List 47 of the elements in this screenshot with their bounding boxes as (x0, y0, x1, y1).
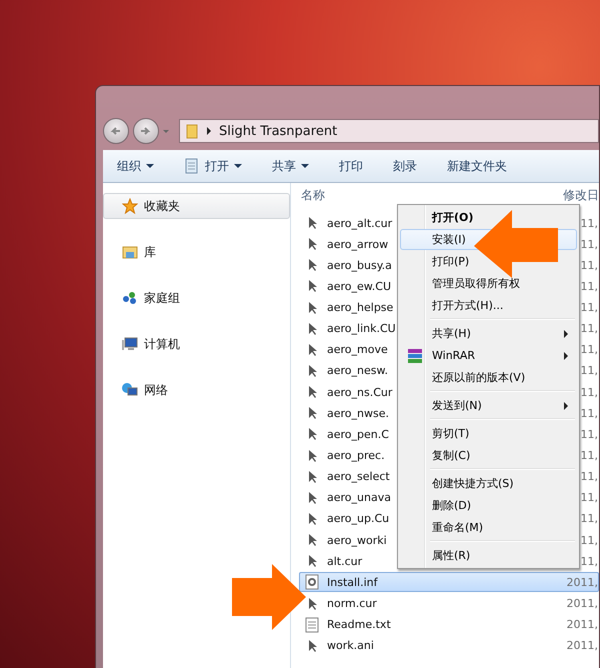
modified-date: 11, (580, 364, 598, 378)
sidebar-label: 收藏夹 (144, 198, 180, 214)
file-name: aero_prec. (327, 449, 385, 462)
modified-date: 2011, (566, 597, 598, 610)
sidebar-label: 库 (144, 244, 156, 260)
modified-date: 11, (580, 428, 598, 441)
file-name: norm.cur (327, 597, 377, 610)
file-name: aero_link.CU (327, 322, 396, 336)
modified-date: 11, (580, 491, 598, 504)
modified-date: 11, (580, 534, 598, 547)
file-name: aero_arrow (327, 238, 388, 251)
file-name: aero_nwse. (327, 406, 389, 420)
file-name: aero_select (327, 470, 390, 484)
modified-date: 11, (580, 512, 598, 526)
file-name: Readme.txt (327, 618, 391, 632)
file-name: aero_pen.C (327, 428, 389, 441)
file-name: aero_move (327, 343, 388, 356)
file-name: aero_ew.CU (327, 280, 392, 293)
modified-date: 2011, (566, 618, 598, 632)
modified-date: 11, (580, 554, 598, 568)
modified-date: 11, (580, 386, 598, 399)
modified-date: 11, (580, 280, 598, 293)
file-name: Install.inf (327, 576, 378, 589)
modified-date: 11, (580, 406, 598, 420)
file-name: aero_alt.cur (327, 216, 392, 230)
modified-date: 2011, (566, 639, 598, 652)
modified-date: 11, (580, 301, 598, 314)
file-name: aero_unava (327, 491, 391, 504)
file-name: aero_worki (327, 534, 387, 547)
modified-date: 11, (580, 470, 598, 484)
file-name: aero_nesw. (327, 364, 388, 378)
file-name: aero_busy.a (327, 258, 392, 272)
sidebar-label: 网络 (144, 382, 168, 398)
modified-date: 11, (580, 449, 598, 462)
file-name: work.ani (327, 639, 374, 652)
modified-date: 11, (580, 238, 598, 251)
file-name: aero_helpse (327, 301, 394, 314)
modified-date: 2011, (566, 576, 598, 589)
sidebar-label: 计算机 (144, 336, 180, 352)
file-name: alt.cur (327, 554, 362, 568)
modified-date: 11, (580, 258, 598, 272)
sidebar-label: 家庭组 (144, 290, 180, 306)
modified-date: 11, (580, 216, 598, 230)
file-name: aero_ns.Cur (327, 386, 392, 399)
file-name: aero_up.Cu (327, 512, 390, 526)
modified-date: 11, (580, 343, 598, 356)
modified-date: 11, (580, 322, 598, 336)
